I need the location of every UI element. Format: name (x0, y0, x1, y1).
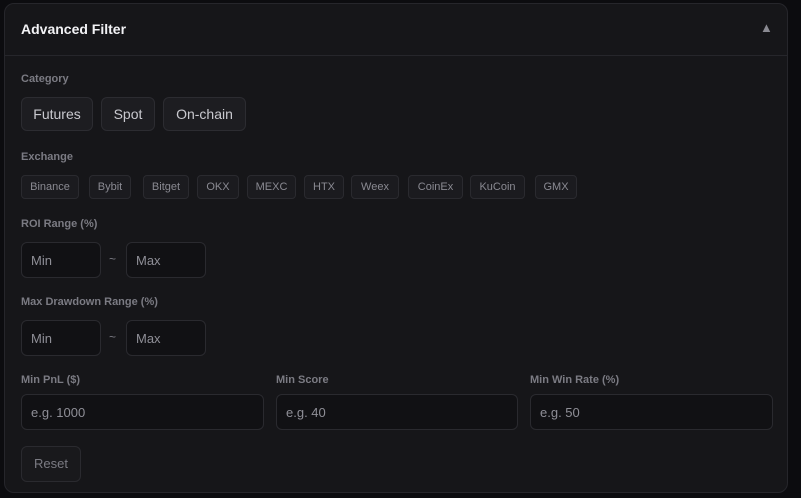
exchange-kucoin-chip[interactable]: KuCoin (470, 175, 525, 199)
panel-header[interactable]: Advanced Filter ▲ (5, 4, 787, 56)
roi-range-separator: ~ (109, 252, 117, 266)
exchange-htx-chip[interactable]: HTX (304, 175, 344, 199)
category-futures-button[interactable]: Futures (21, 97, 93, 131)
category-spot-button[interactable]: Spot (101, 97, 155, 131)
min-score-input[interactable] (276, 394, 518, 430)
exchange-okx-chip[interactable]: OKX (197, 175, 239, 199)
drawdown-max-input[interactable] (126, 320, 206, 356)
drawdown-min-input[interactable] (21, 320, 101, 356)
exchange-bitget-chip[interactable]: Bitget (143, 175, 189, 199)
roi-max-input[interactable] (126, 242, 206, 278)
min-win-rate-input[interactable] (530, 394, 773, 430)
advanced-filter-panel: Advanced Filter ▲ Category Futures Spot … (4, 3, 788, 493)
exchange-binance-chip[interactable]: Binance (21, 175, 79, 199)
exchange-weex-chip[interactable]: Weex (351, 175, 399, 199)
min-pnl-input[interactable] (21, 394, 264, 430)
roi-range-label: ROI Range (%) (21, 218, 98, 230)
collapse-icon[interactable]: ▲ (760, 20, 773, 35)
min-win-rate-label: Min Win Rate (%) (530, 374, 620, 386)
exchange-label: Exchange (21, 151, 73, 163)
panel-title: Advanced Filter (21, 21, 127, 37)
roi-min-input[interactable] (21, 242, 101, 278)
exchange-coinex-chip[interactable]: CoinEx (408, 175, 463, 199)
reset-button[interactable]: Reset (21, 446, 81, 482)
exchange-bybit-chip[interactable]: Bybit (89, 175, 131, 199)
exchange-mexc-chip[interactable]: MEXC (247, 175, 296, 199)
drawdown-range-separator: ~ (109, 330, 117, 344)
drawdown-range-label: Max Drawdown Range (%) (21, 296, 158, 308)
min-pnl-label: Min PnL ($) (21, 374, 81, 386)
category-onchain-button[interactable]: On-chain (163, 97, 246, 131)
min-score-label: Min Score (276, 374, 329, 386)
exchange-gmx-chip[interactable]: GMX (535, 175, 577, 199)
category-label: Category (21, 73, 69, 85)
